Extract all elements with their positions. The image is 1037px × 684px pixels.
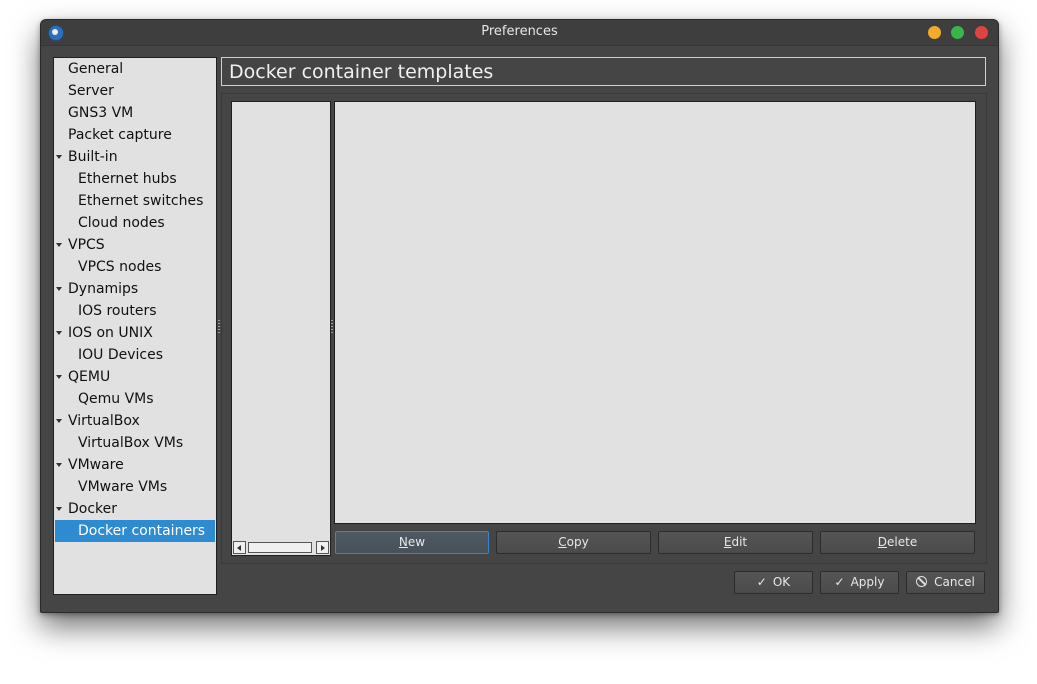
templates-list[interactable] [231,101,331,556]
tree-item-label: VMware [68,457,124,473]
tree-item[interactable]: VPCS [55,234,215,256]
tree-item-label: VMware VMs [78,479,168,495]
window-title: Preferences [481,24,558,39]
expand-arrow-icon[interactable] [56,375,62,379]
check-icon: ✓ [834,575,845,589]
tree-item-label: VirtualBox [68,413,140,429]
tree-item-label: General [68,61,124,77]
tree-item-label: QEMU [68,369,111,385]
tree-item[interactable]: VPCS nodes [55,256,215,278]
minimize-button[interactable] [928,26,941,39]
tree-item-label: VPCS nodes [78,259,162,275]
arrow-right-icon [321,545,325,551]
apply-button-label: Apply [850,575,885,589]
tree-item-label: VPCS [68,237,105,253]
expand-arrow-icon[interactable] [56,155,62,159]
tree-item[interactable]: General [55,58,215,80]
expand-arrow-icon[interactable] [56,243,62,247]
new-button[interactable]: New [335,531,489,554]
tree-item[interactable]: Dynamips [55,278,215,300]
scrollbar-thumb[interactable] [248,542,312,553]
tree-item[interactable]: Cloud nodes [55,212,215,234]
tree-item[interactable]: VMware [55,454,215,476]
tree-item[interactable]: GNS3 VM [55,102,215,124]
tree-item[interactable]: Docker [55,498,215,520]
tree-item-label: Server [68,83,114,99]
tree-item-label: Qemu VMs [78,391,154,407]
cancel-button[interactable]: Cancel [906,571,985,594]
tree-item-label: Dynamips [68,281,139,297]
preferences-tree[interactable]: General Server GNS3 VM Packet capture Built-… [53,57,217,595]
ok-button-label: OK [772,575,791,589]
tree-item[interactable]: QEMU [55,366,215,388]
template-details-panel[interactable] [334,101,976,524]
tree-item-label: IOS on UNIX [68,325,153,341]
edit-button-label: dit [731,535,748,549]
new-button-mnemonic: N [398,535,408,549]
tree-item-label: VirtualBox VMs [78,435,184,451]
tree-item[interactable]: IOS routers [55,300,215,322]
delete-button-label: elete [887,535,918,549]
arrow-left-icon [237,545,241,551]
tree-item-label: Docker containers [78,523,206,539]
tree-item-label: Ethernet hubs [78,171,177,187]
tree-item-label: GNS3 VM [68,105,134,121]
edit-button[interactable]: Edit [658,531,813,554]
expand-arrow-icon[interactable] [56,331,62,335]
copy-button-label: opy [566,535,589,549]
tree-item[interactable]: VirtualBox [55,410,215,432]
expand-arrow-icon[interactable] [56,507,62,511]
expand-arrow-icon[interactable] [56,419,62,423]
maximize-button[interactable] [951,26,964,39]
tree-item[interactable]: IOU Devices [55,344,215,366]
scroll-left-button[interactable] [233,541,246,554]
close-button[interactable] [975,26,988,39]
tree-item[interactable]: Server [55,80,215,102]
tree-item[interactable]: VirtualBox VMs [55,432,215,454]
copy-button-mnemonic: C [558,535,567,549]
copy-button[interactable]: Copy [496,531,651,554]
page-title-box: Docker container templates [221,57,986,86]
tree-item[interactable]: Qemu VMs [55,388,215,410]
tree-splitter-handle[interactable] [218,320,220,334]
scroll-right-button[interactable] [316,541,329,554]
tree-item[interactable]: VMware VMs [55,476,215,498]
tree-item-label: Packet capture [68,127,172,143]
cancel-icon [916,576,928,587]
tree-item-label: Built-in [68,149,118,165]
title-bar[interactable]: Preferences [41,20,998,46]
tree-item[interactable]: Ethernet hubs [55,168,215,190]
new-button-label: ew [407,535,426,549]
list-horizontal-scrollbar[interactable] [233,541,329,554]
tree-item-label: IOS routers [78,303,157,319]
tree-item[interactable]: Ethernet switches [55,190,215,212]
tree-item[interactable]: Packet capture [55,124,215,146]
tree-item[interactable]: Built-in [55,146,215,168]
expand-arrow-icon[interactable] [56,287,62,291]
tree-item-label: IOU Devices [78,347,164,363]
tree-item[interactable]: IOS on UNIX [55,322,215,344]
cancel-button-label: Cancel [934,575,975,589]
check-icon: ✓ [756,575,767,589]
expand-arrow-icon[interactable] [56,463,62,467]
delete-button-mnemonic: D [877,535,888,549]
page-title: Docker container templates [229,61,494,83]
preferences-window: Preferences General Server GNS3 VM Packet c… [40,19,999,613]
list-splitter-handle[interactable] [331,320,333,334]
apply-button[interactable]: ✓ Apply [820,571,899,594]
ok-button[interactable]: ✓ OK [734,571,813,594]
tree-item-label: Docker [68,501,118,517]
delete-button[interactable]: Delete [820,531,975,554]
tree-item[interactable]: Docker containers [55,520,215,542]
tree-item-label: Ethernet switches [78,193,204,209]
tree-item-label: Cloud nodes [78,215,165,231]
